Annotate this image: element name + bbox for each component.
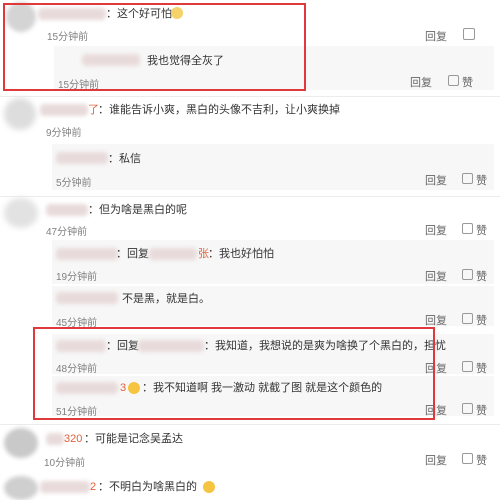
avatar[interactable] — [4, 476, 38, 500]
like-link[interactable]: 赞 — [476, 402, 487, 418]
reply-3: ：回复 张 ：我也好怕怕 19分钟前 回复 赞 — [52, 240, 494, 284]
comment-time: 19分钟前 — [56, 272, 98, 283]
thumbs-up-icon[interactable] — [462, 361, 473, 372]
reply-link[interactable]: 回复 — [425, 28, 447, 44]
comment-text: ：不明白为啥黑白的 — [98, 481, 197, 493]
thumbs-up-icon[interactable] — [448, 75, 459, 86]
like-link[interactable]: 赞 — [476, 268, 487, 284]
reply-link[interactable]: 回复 — [425, 222, 447, 238]
highlight-box — [3, 3, 306, 91]
divider — [0, 196, 500, 197]
reply-4: 不是黑，就是白。 45分钟前 回复 赞 — [52, 286, 494, 329]
username[interactable] — [40, 481, 90, 493]
reply-target-username[interactable] — [149, 248, 197, 260]
username[interactable] — [56, 292, 118, 304]
comment-time: 10分钟前 — [44, 458, 86, 469]
reply-link[interactable]: 回复 — [410, 74, 432, 90]
username-suffix[interactable]: 2 — [90, 480, 96, 494]
username[interactable] — [46, 204, 88, 216]
comment-text: ：我也好怕怕 — [208, 248, 274, 260]
highlight-box — [33, 327, 435, 420]
comment-text: 不是黑，就是白。 — [122, 293, 210, 305]
divider — [0, 424, 500, 425]
thumbs-up-icon[interactable] — [462, 269, 473, 280]
wink-emoji-icon — [203, 481, 215, 493]
avatar[interactable] — [4, 198, 38, 228]
reply-link[interactable]: 回复 — [425, 452, 447, 468]
comment-time: 47分钟前 — [46, 227, 88, 238]
divider — [0, 96, 500, 97]
reply-2: ：私信 5分钟前 回复 赞 — [52, 144, 494, 190]
reply-prefix: ：回复 — [116, 248, 149, 260]
reply-link[interactable]: 回复 — [425, 172, 447, 188]
like-link[interactable]: 赞 — [476, 452, 487, 468]
thumbs-up-icon[interactable] — [462, 223, 473, 234]
thumbs-up-icon[interactable] — [462, 313, 473, 324]
like-link[interactable]: 赞 — [476, 172, 487, 188]
avatar[interactable] — [4, 98, 36, 130]
thumbs-up-icon[interactable] — [462, 173, 473, 184]
comment-time: 9分钟前 — [46, 128, 82, 139]
username[interactable] — [56, 152, 108, 164]
like-link[interactable]: 赞 — [476, 312, 487, 328]
username-suffix[interactable]: 320 — [64, 432, 82, 446]
comment-text: ：私信 — [108, 153, 141, 165]
reply-link[interactable]: 回复 — [425, 268, 447, 284]
comment-time: 5分钟前 — [56, 178, 92, 189]
username[interactable] — [46, 433, 64, 445]
comment-text: ：可能是记念吴孟达 — [84, 433, 183, 445]
like-link[interactable]: 赞 — [462, 74, 473, 90]
thumbs-up-icon[interactable] — [462, 453, 473, 464]
reply-link[interactable]: 回复 — [425, 312, 447, 328]
username[interactable] — [56, 248, 118, 260]
comment-text: ：谁能告诉小爽，黑白的头像不吉利，让小爽换掉 — [98, 104, 340, 116]
thumbs-up-icon[interactable] — [462, 403, 473, 414]
like-link[interactable]: 赞 — [476, 222, 487, 238]
comment-text: ：但为啥是黑白的呢 — [88, 204, 187, 216]
username[interactable] — [40, 104, 88, 116]
thumbs-up-icon[interactable] — [463, 28, 475, 40]
like-link[interactable]: 赞 — [476, 360, 487, 376]
avatar[interactable] — [4, 428, 38, 458]
